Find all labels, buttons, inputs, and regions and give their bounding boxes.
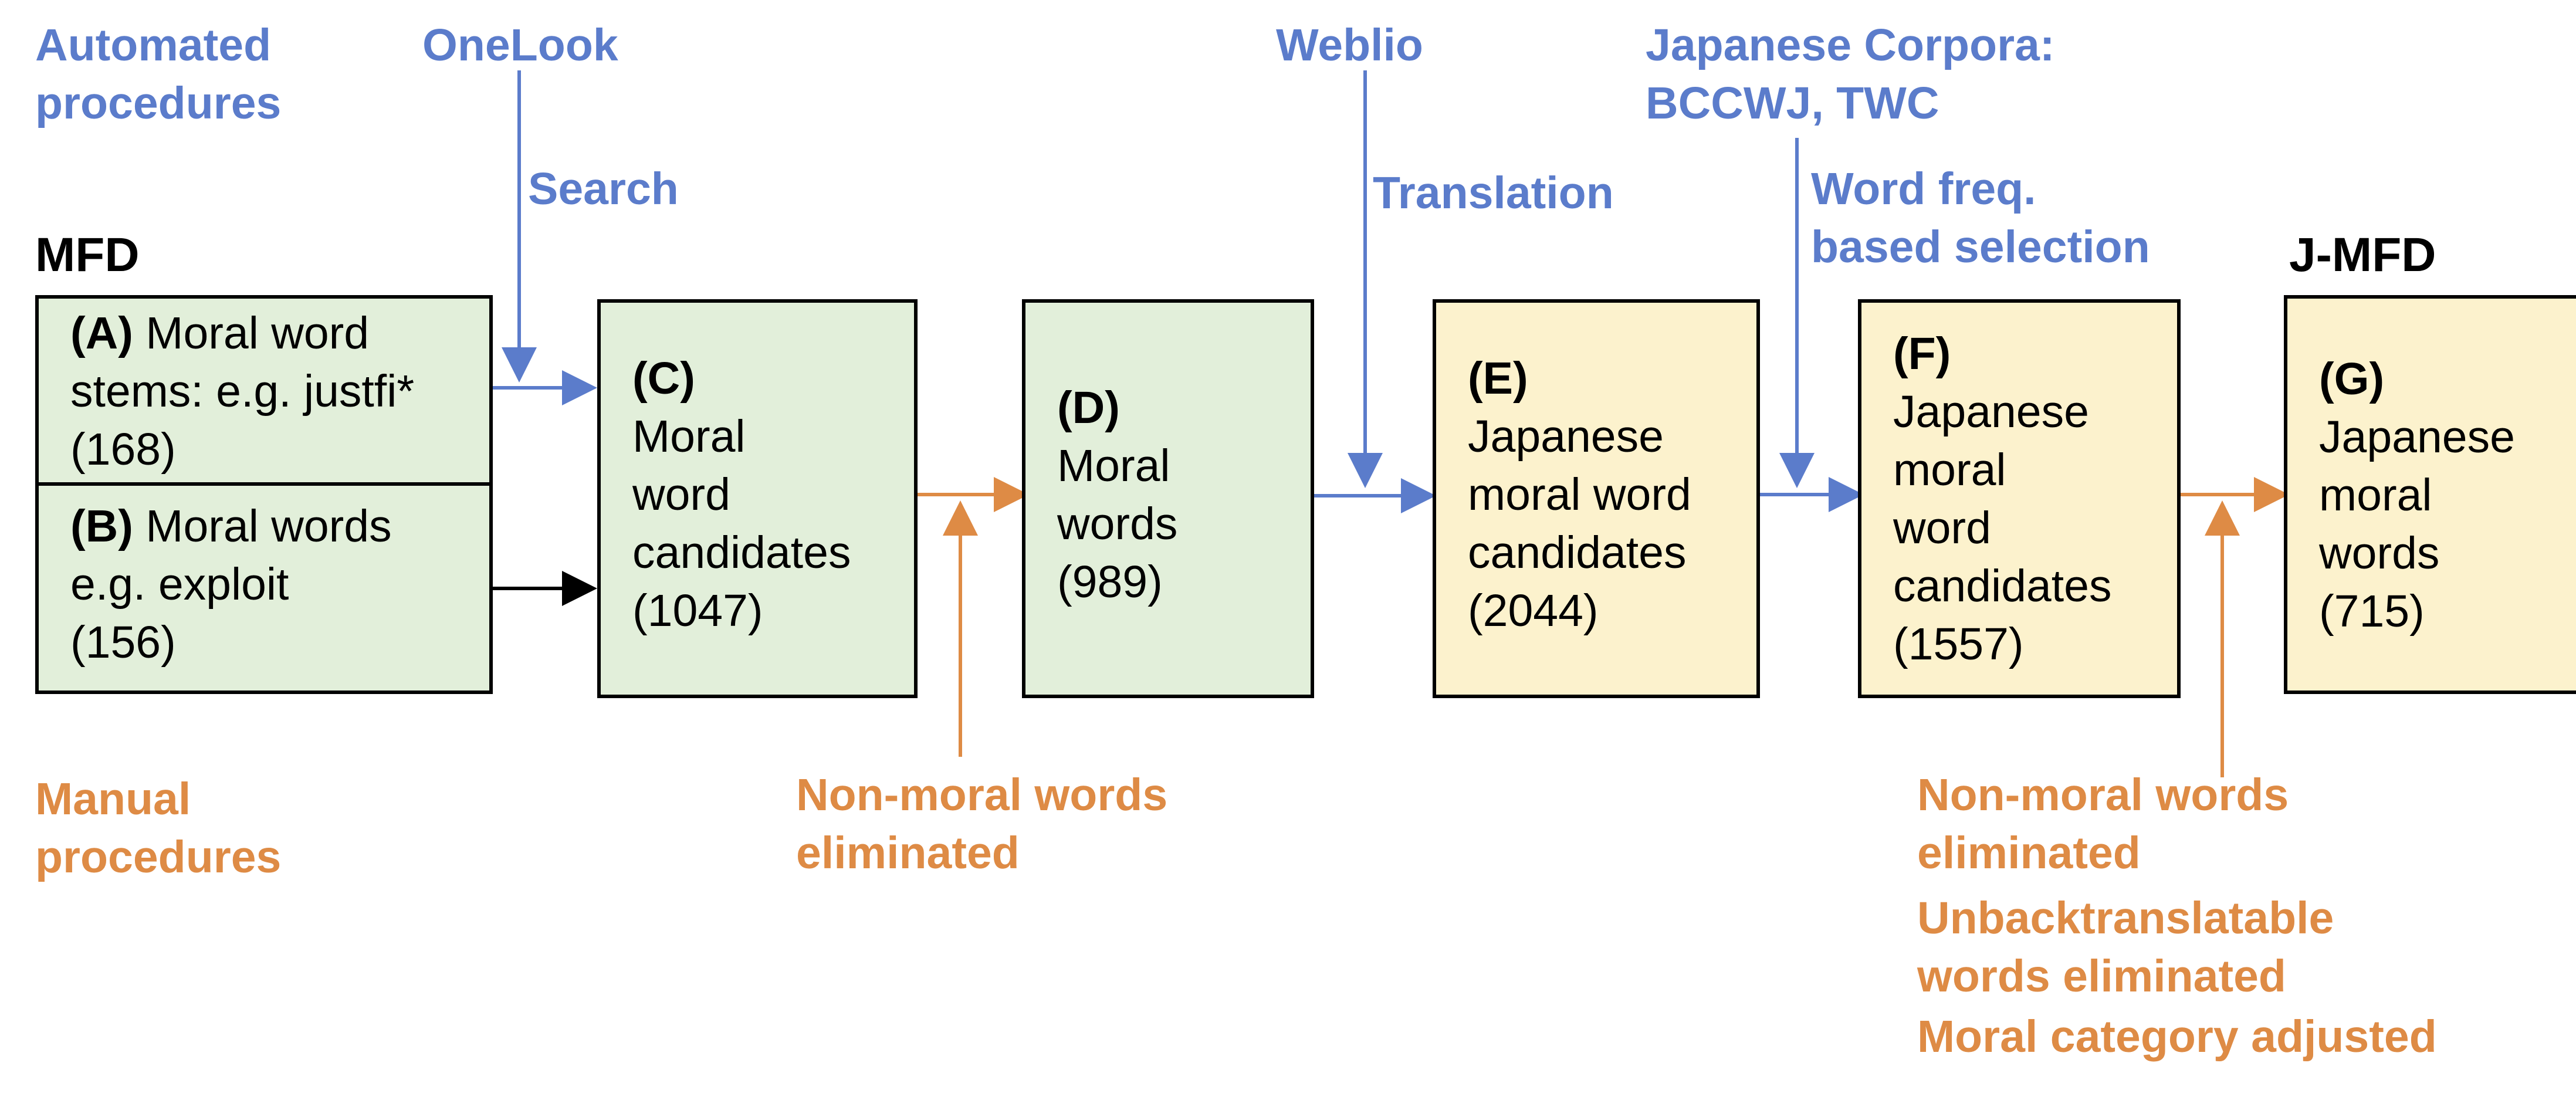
box-g-line: Japanese <box>2319 412 2515 462</box>
box-a-line: (168) <box>70 424 176 475</box>
box-b-id: (B) <box>70 501 133 551</box>
manual-legend: Manual procedures <box>35 770 281 886</box>
box-a-line: Moral word <box>145 308 370 358</box>
box-a-id: (A) <box>70 308 133 358</box>
search-label: Search <box>528 164 679 214</box>
box-f-line: candidates <box>1893 561 2112 611</box>
box-e-line: Japanese <box>1468 411 1664 462</box>
box-a-line: stems: e.g. justfi* <box>70 366 415 417</box>
box-b-line: (156) <box>70 617 176 668</box>
box-e-id: (E) <box>1468 353 1528 404</box>
box-f: (F) Japanese moral word candidates (1557… <box>1858 299 2181 698</box>
box-b-line: e.g. exploit <box>70 559 289 610</box>
manual-note-fg: Non-moral words eliminated Unbacktransla… <box>1917 766 2437 1066</box>
automated-legend-line: Automated <box>35 20 272 70</box>
box-d-line: Moral <box>1057 441 1170 491</box>
box-g: (G) Japanese moral words (715) <box>2284 295 2576 694</box>
wordfreq-line: Word freq. <box>1811 164 2036 214</box>
automated-legend: Automated procedures <box>35 16 281 133</box>
manual-note-cd: Non-moral words eliminated <box>796 766 1167 882</box>
flow-diagram: Automated procedures Manual procedures M… <box>0 0 2576 1100</box>
corpora-label: Japanese Corpora: BCCWJ, TWC <box>1646 16 2055 133</box>
box-e-line: moral word <box>1468 469 1691 520</box>
box-c-line: word <box>632 469 730 520</box>
box-a: (A) Moral word stems: e.g. justfi* (168) <box>39 299 414 479</box>
box-b: (B) Moral words e.g. exploit (156) <box>39 486 392 672</box>
box-f-line: moral <box>1893 445 2006 495</box>
box-e-line: (2044) <box>1468 585 1599 636</box>
wordfreq-label: Word freq. based selection <box>1811 160 2150 276</box>
box-e-line: candidates <box>1468 527 1687 578</box>
box-g-line: words <box>2319 528 2440 578</box>
automated-legend-line: procedures <box>35 78 282 128</box>
jmfd-header: J-MFD <box>2289 228 2436 282</box>
weblio-label: Weblio <box>1276 20 1423 70</box>
corpora-line: BCCWJ, TWC <box>1646 78 1939 128</box>
corpora-line: Japanese Corpora: <box>1646 20 2055 70</box>
box-f-id: (F) <box>1893 329 1951 379</box>
box-f-line: Japanese <box>1893 387 2089 437</box>
box-d-line: words <box>1057 499 1178 549</box>
box-c-id: (C) <box>632 353 695 404</box>
manual-note-line: Non-moral words <box>796 770 1168 820</box>
box-e: (E) Japanese moral word candidates (2044… <box>1433 299 1760 698</box>
manual-note-line: Non-moral words <box>1917 770 2289 820</box>
manual-note-line: Unbacktranslatable <box>1917 893 2334 943</box>
manual-legend-line: procedures <box>35 832 282 882</box>
box-g-id: (G) <box>2319 354 2385 404</box>
manual-note-line: eliminated <box>796 828 1020 878</box>
box-f-line: (1557) <box>1893 619 2024 669</box>
box-g-line: moral <box>2319 470 2432 520</box>
box-d-id: (D) <box>1057 383 1120 433</box>
manual-legend-line: Manual <box>35 774 191 824</box>
wordfreq-line: based selection <box>1811 222 2150 272</box>
box-d-line: (989) <box>1057 557 1163 607</box>
mfd-header: MFD <box>35 228 140 282</box>
manual-note-line: words eliminated <box>1917 951 2286 1001</box>
box-c-line: (1047) <box>632 585 763 636</box>
translation-label: Translation <box>1373 168 1614 218</box>
manual-note-line: eliminated <box>1917 828 2141 878</box>
box-g-line: (715) <box>2319 586 2425 637</box>
box-c-line: candidates <box>632 527 851 578</box>
manual-note-line: Moral category adjusted <box>1917 1011 2437 1062</box>
box-f-line: word <box>1893 503 1991 553</box>
mfd-box: (A) Moral word stems: e.g. justfi* (168)… <box>35 295 493 694</box>
box-c-line: Moral <box>632 411 746 462</box>
box-b-line: Moral words <box>145 501 392 551</box>
box-c: (C) Moral word candidates (1047) <box>597 299 918 698</box>
box-d: (D) Moral words (989) <box>1022 299 1314 698</box>
onelook-label: OneLook <box>422 20 618 70</box>
